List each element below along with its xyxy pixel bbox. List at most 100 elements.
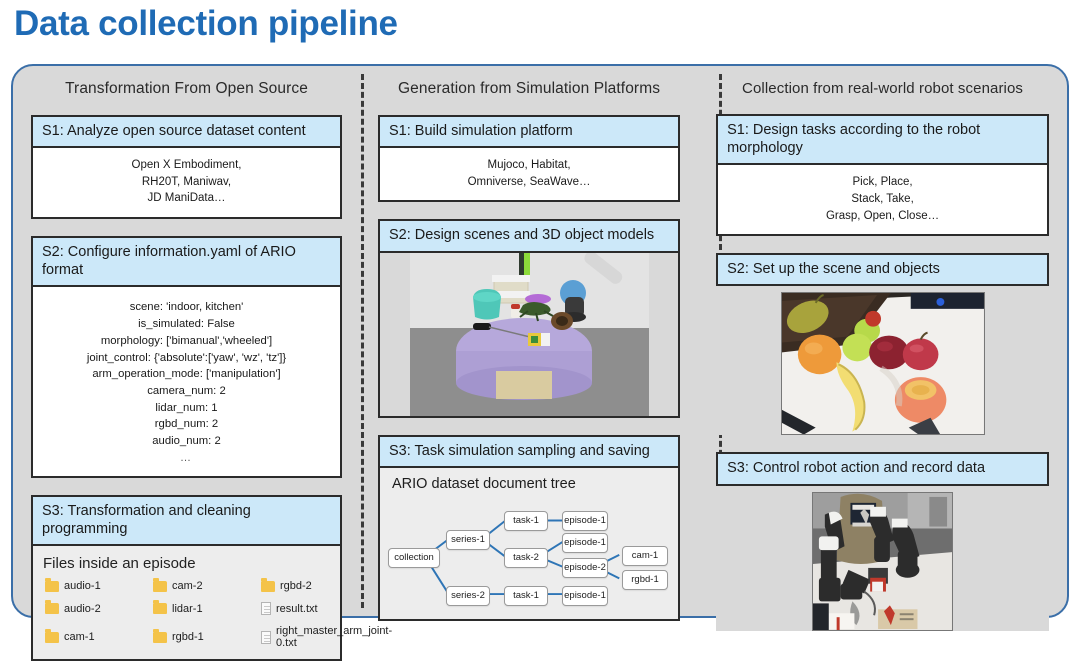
node-label: series-2 [451,590,485,602]
node-label: episode-1 [564,537,606,549]
robot-photo-container [716,485,1049,631]
fruit-photo-container [716,286,1049,436]
step-title: S1: Build simulation platform [380,117,679,149]
simulation-image-container [380,252,679,416]
column-real-world: Collection from real-world robot scenari… [698,66,1067,631]
step-title: S3: Task simulation sampling and saving [380,436,679,468]
file-label: cam-2 [172,580,203,593]
file-item[interactable]: cam-1 [45,625,153,649]
file-label: result.txt [276,602,318,615]
column-1-header: Transformation From Open Source [65,80,308,97]
file-label: right_master_arm_joint-0.txt [276,625,393,650]
page-title: Data collection pipeline [14,4,398,43]
document-icon [261,602,271,616]
body-line: Pick, Place, [852,176,913,189]
step-title: S1: Analyze open source dataset content [33,117,340,149]
file-item[interactable]: audio-2 [45,600,153,615]
step-title: S2: Design scenes and 3D object models [380,221,679,253]
step-s1-design-tasks: S1: Design tasks according to the robot … [716,114,1049,237]
step-s3-transformation-cleaning: S3: Transformation and cleaning programm… [31,495,392,661]
files-grid: audio-1 cam-2 rgbd-2 audio-2 lidar-1 res… [33,577,392,649]
node-label: cam-1 [631,550,659,562]
tree-node-series-2[interactable]: series-2 [446,585,490,606]
file-label: lidar-1 [172,602,203,615]
step-s3-task-simulation: S3: Task simulation sampling and saving … [378,434,681,621]
body-line: Grasp, Open, Close… [825,209,940,222]
file-label: audio-2 [64,602,101,615]
file-label: rgbd-1 [172,631,204,644]
tree-node-rgbd-1[interactable]: rgbd-1 [622,569,668,590]
body-line: Stack, Take, [851,192,914,205]
pipeline-container: Transformation From Open Source S1: Anal… [11,64,1069,661]
node-label: rgbd-1 [631,574,659,586]
node-label: episode-1 [564,590,606,602]
tree-node-collection[interactable]: collection [388,547,440,568]
step-body: Pick, Place, Stack, Take, Grasp, Open, C… [718,165,1047,234]
step-s3-control-record: S3: Control robot action and record data [716,452,1049,631]
files-caption: Files inside an episode [43,555,196,573]
tree-node-episode-2[interactable]: episode-2 [562,557,608,578]
fruit-scene-graphic [781,293,984,435]
step-title: S3: Control robot action and record data [716,452,1049,486]
yaml-line: arm_operation_mode: ['manipulation'] [92,368,281,381]
yaml-line: is_simulated: False [138,318,235,331]
step-title: S2: Set up the scene and objects [716,253,1049,287]
tree-node-cam-1[interactable]: cam-1 [622,545,668,566]
robot-scene-graphic [813,492,953,630]
yaml-line: lidar_num: 1 [155,401,218,414]
step-body: Mujoco, Habitat, Omniverse, SeaWave… [380,148,678,200]
tree-node-task-1-b[interactable]: task-1 [504,585,548,606]
file-item[interactable]: right_master_arm_joint-0.txt [261,625,392,649]
file-item[interactable]: rgbd-1 [153,625,261,649]
column-open-source: Transformation From Open Source S1: Anal… [13,66,392,661]
step-s1-analyze-dataset: S1: Analyze open source dataset content … [31,115,342,220]
yaml-content: scene: 'indoor, kitchen' is_simulated: F… [33,287,340,476]
file-item[interactable]: audio-1 [45,577,153,593]
document-icon [261,630,271,644]
yaml-line: audio_num: 2 [152,435,221,448]
step-s1-build-simulation: S1: Build simulation platform Mujoco, Ha… [378,115,681,203]
step-title: S2: Configure information.yaml of ARIO f… [33,238,340,288]
tree-node-series-1[interactable]: series-1 [446,529,490,550]
simulated-tabletop-scene-image [409,252,649,416]
column-2-header: Generation from Simulation Platforms [398,80,661,97]
yaml-line: joint_control: {'absolute':['yaw', 'wz',… [86,351,287,364]
step-title: S1: Design tasks according to the robot … [718,116,1047,166]
folder-icon [45,577,59,592]
file-item[interactable]: cam-2 [153,577,261,593]
body-line: Open X Embodiment, [131,159,242,172]
column-3-header: Collection from real-world robot scenari… [742,80,1024,97]
node-label: episode-2 [564,562,606,574]
column-simulation: Generation from Simulation Platforms S1:… [360,66,698,621]
teleoperation-robot-arms-photo [812,491,954,631]
node-label: task-2 [513,552,539,564]
step-s2-setup-scene: S2: Set up the scene and objects [716,253,1049,436]
tree-node-episode-1-a[interactable]: episode-1 [562,510,608,531]
tree-node-task-2[interactable]: task-2 [504,547,548,568]
file-browser: Files inside an episode audio-1 cam-2 rg… [33,546,392,660]
fruits-on-table-photo [780,292,985,436]
step-s2-design-scenes: S2: Design scenes and 3D object models [378,219,681,418]
yaml-ellipsis: … [180,451,193,464]
file-label: audio-1 [64,580,101,593]
tree-node-task-1-a[interactable]: task-1 [504,510,548,531]
tree-node-episode-1-b[interactable]: episode-1 [562,532,608,553]
step-title: S3: Transformation and cleaning programm… [33,497,340,547]
file-label: cam-1 [64,631,95,644]
tree-node-episode-1-c[interactable]: episode-1 [562,585,608,606]
yaml-line: camera_num: 2 [147,384,226,397]
node-label: series-1 [451,534,485,546]
folder-icon [153,600,167,615]
folder-icon [261,577,275,592]
node-label: collection [394,552,434,564]
step-body: Open X Embodiment, RH20T, Maniwav, JD Ma… [33,148,340,217]
file-item[interactable]: lidar-1 [153,600,261,615]
step-s2-configure-yaml: S2: Configure information.yaml of ARIO f… [31,236,342,479]
body-line: Mujoco, Habitat, [487,159,571,172]
folder-icon [153,577,167,592]
sim-scene-graphic [409,252,649,416]
body-line: Omniverse, SeaWave… [467,175,591,188]
tree-caption: ARIO dataset document tree [392,475,576,492]
node-label: task-1 [513,590,539,602]
body-line: JD ManiData… [147,192,226,205]
